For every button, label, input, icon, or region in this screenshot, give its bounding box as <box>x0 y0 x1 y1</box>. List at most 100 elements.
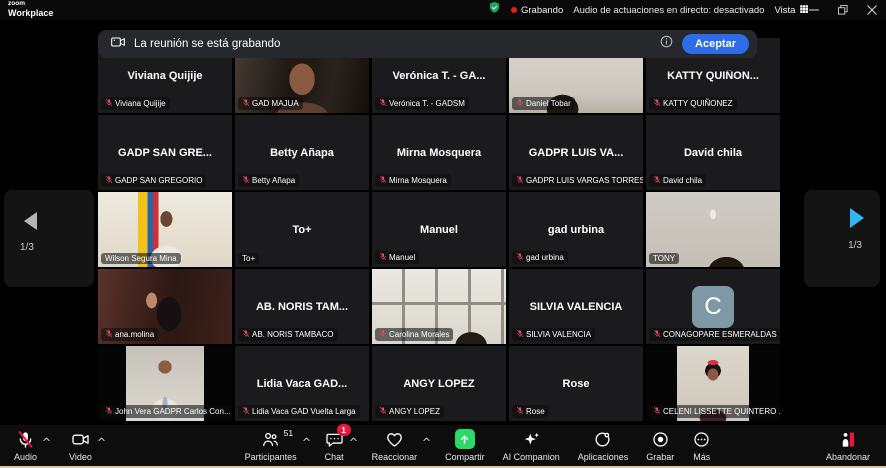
audio-options-chevron[interactable] <box>42 431 51 449</box>
title-bar: zoom Workplace Grabando Audio de actuaci… <box>0 0 886 20</box>
participant-name-label: Wilson Segura Mina <box>101 253 181 264</box>
mic-muted-icon <box>16 429 35 449</box>
chat-unread-badge: 1 <box>337 424 351 436</box>
zoom-meeting-window: zoom Workplace Grabando Audio de actuaci… <box>0 0 886 468</box>
participant-tile[interactable]: GADP SAN GRE...GADP SAN GREGORIO <box>98 115 232 190</box>
ai-button[interactable]: AI Companion <box>499 426 564 465</box>
participant-display-name: Manuel <box>416 224 462 236</box>
participant-label-text: David chila <box>663 176 702 185</box>
participant-name-label: TONY <box>649 253 679 264</box>
participant-name-label: Viviana Quijije <box>101 97 170 110</box>
minimize-button[interactable] <box>799 0 828 20</box>
video-options-chevron[interactable] <box>97 431 106 449</box>
share-button[interactable]: Compartir <box>441 426 489 465</box>
participant-tile[interactable]: Wilson Segura Mina <box>98 192 232 267</box>
participants-icon: 51 <box>261 429 280 449</box>
participant-label-text: CONAGOPARE ESMERALDAS <box>663 330 777 339</box>
participant-label-text: Viviana Quijije <box>115 99 166 108</box>
audio-button[interactable]: Audio <box>10 426 41 465</box>
participant-tile[interactable]: John Vera GADPR Carlos Con... <box>98 346 232 421</box>
participant-tile[interactable]: Lidia Vaca GAD...Lidia Vaca GAD Vuelta L… <box>235 346 369 421</box>
participant-name-label: GADP SAN GREGORIO <box>101 174 206 187</box>
video-button[interactable]: Video <box>65 426 96 465</box>
participants-options-chevron[interactable] <box>302 431 311 449</box>
more-button[interactable]: Más <box>688 426 715 465</box>
participant-tile[interactable]: Manuel Manuel <box>372 192 506 267</box>
muted-mic-icon <box>516 98 524 109</box>
participant-label-text: Manuel <box>389 253 415 262</box>
reactions-options-chevron[interactable] <box>422 431 431 449</box>
participant-label-text: Carolina Morales <box>389 330 449 339</box>
participant-tile[interactable]: gad urbina gad urbina <box>509 192 643 267</box>
participant-display-name: David chila <box>680 147 746 159</box>
close-button[interactable] <box>857 0 886 20</box>
participant-display-name: SILVIA VALENCIA <box>526 301 627 313</box>
participant-tile[interactable]: Betty AñapaBetty Añapa <box>235 115 369 190</box>
muted-mic-icon <box>105 406 113 417</box>
ai-label: AI Companion <box>503 452 560 462</box>
participant-tile[interactable]: To+To+ <box>235 192 369 267</box>
participant-label-text: Betty Añapa <box>252 176 295 185</box>
muted-mic-icon <box>653 406 661 417</box>
participant-tile[interactable]: RoseRose <box>509 346 643 421</box>
participant-label-text: AB. NORIS TAMBACO <box>252 330 334 339</box>
info-icon[interactable] <box>659 34 674 54</box>
more-label: Más <box>693 452 710 462</box>
participant-name-label: Rose <box>512 405 549 418</box>
participant-label-text: Daniel Tobar <box>526 99 571 108</box>
participant-tile[interactable]: AB. NORIS TAM... AB. NORIS TAMBACO <box>235 269 369 344</box>
participant-display-name: GADPR LUIS VA... <box>525 147 628 159</box>
muted-mic-icon <box>653 98 661 109</box>
participant-tile[interactable]: C CONAGOPARE ESMERALDAS <box>646 269 780 344</box>
logo-zoom-text: zoom <box>8 1 53 8</box>
participant-display-name: gad urbina <box>544 224 608 236</box>
avatar: C <box>692 286 734 328</box>
leave-button[interactable]: Abandonar <box>822 426 874 465</box>
participant-name-label: CONAGOPARE ESMERALDAS <box>649 328 780 341</box>
muted-mic-icon <box>379 252 387 263</box>
accept-button[interactable]: Aceptar <box>682 34 749 54</box>
participant-label-text: To+ <box>242 254 255 263</box>
recording-camera-icon <box>110 34 126 55</box>
participant-tile[interactable]: GADPR LUIS VA...GADPR LUIS VARGAS TORRES <box>509 115 643 190</box>
participant-tile[interactable]: CELENI LISSETTE QUINTERO ... <box>646 346 780 421</box>
participant-tile[interactable]: TONY <box>646 192 780 267</box>
participant-display-name: AB. NORIS TAM... <box>252 301 352 313</box>
participant-name-label: ana.molina <box>101 328 158 341</box>
chat-options-chevron[interactable] <box>349 431 358 449</box>
participant-tile[interactable]: Mirna MosqueraMirna Mosquera <box>372 115 506 190</box>
participant-label-text: CELENI LISSETTE QUINTERO ... <box>663 407 780 416</box>
video-grid: Viviana QuijijeViviana QuijijeGAD MAJUAV… <box>98 38 780 421</box>
muted-mic-icon <box>516 406 524 417</box>
participant-name-label: CELENI LISSETTE QUINTERO ... <box>649 405 780 418</box>
apps-button[interactable]: Aplicaciones <box>574 426 633 465</box>
participant-display-name: Lidia Vaca GAD... <box>253 378 351 390</box>
participant-name-label: SILVIA VALENCIA <box>512 328 595 341</box>
muted-mic-icon <box>242 98 250 109</box>
record-button[interactable]: Grabar <box>642 426 678 465</box>
recording-notification: La reunión se está grabando Aceptar <box>98 30 757 58</box>
participant-tile[interactable]: ana.molina <box>98 269 232 344</box>
muted-mic-icon <box>379 329 387 340</box>
more-ellipsis-icon <box>692 429 711 449</box>
next-page-button[interactable] <box>850 208 864 228</box>
participant-label-text: gad urbina <box>526 253 564 262</box>
security-shield-icon[interactable] <box>488 1 501 19</box>
chat-button[interactable]: 1Chat <box>321 426 348 465</box>
participant-tile[interactable]: SILVIA VALENCIA SILVIA VALENCIA <box>509 269 643 344</box>
participant-name-label: Betty Añapa <box>238 174 299 187</box>
participant-tile[interactable]: Carolina Morales <box>372 269 506 344</box>
next-page-panel <box>804 190 880 287</box>
participant-name-label: Mirna Mosquera <box>375 174 451 187</box>
participant-tile[interactable]: ANGY LOPEZANGY LOPEZ <box>372 346 506 421</box>
record-icon <box>651 429 670 449</box>
participants-button[interactable]: 51Participantes <box>241 426 301 465</box>
reactions-button[interactable]: Reaccionar <box>368 426 422 465</box>
prev-page-button[interactable] <box>24 212 37 230</box>
page-indicator-right: 1/3 <box>848 240 862 251</box>
participant-display-name: KATTY QUIÑON... <box>663 70 763 82</box>
meeting-toolbar: Audio Video 51Participantes 1Chat Reacciona… <box>0 425 886 466</box>
heart-icon <box>385 429 404 449</box>
participant-tile[interactable]: David chila David chila <box>646 115 780 190</box>
maximize-button[interactable] <box>828 0 857 20</box>
